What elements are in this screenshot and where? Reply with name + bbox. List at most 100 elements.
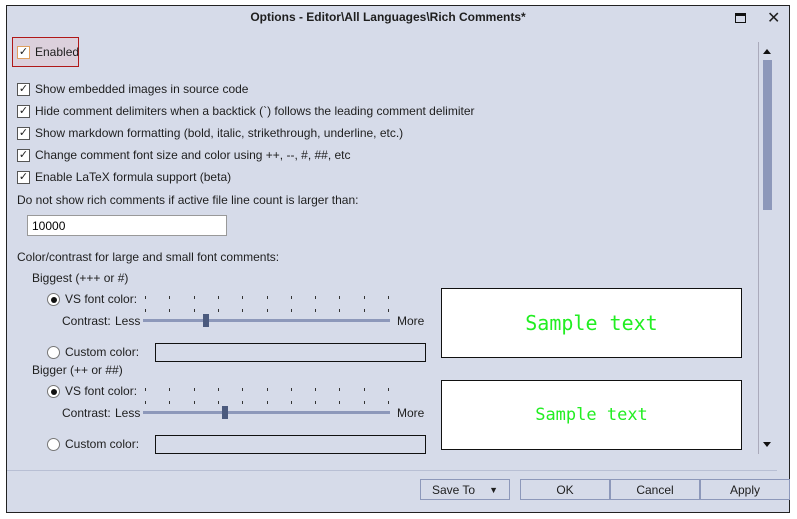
sample-text-preview: Sample text xyxy=(441,380,742,450)
slider-tick xyxy=(145,388,146,391)
contrast-slider-thumb[interactable] xyxy=(222,406,229,419)
slider-tick xyxy=(242,401,244,404)
group-heading: Bigger (++ or ##) xyxy=(32,363,123,377)
vs-font-color-label: VS font color: xyxy=(65,292,138,306)
slider-tick xyxy=(388,401,389,404)
option-label: Change comment font size and color using… xyxy=(35,148,351,162)
save-to-button[interactable]: Save To ▼ xyxy=(420,479,510,500)
option-checkbox[interactable]: ✓ xyxy=(17,171,30,184)
option-checkbox[interactable]: ✓ xyxy=(17,127,30,140)
cancel-button[interactable]: Cancel xyxy=(610,479,700,500)
slider-tick xyxy=(193,296,195,299)
vs-font-color-radio[interactable] xyxy=(47,385,60,398)
ok-button[interactable]: OK xyxy=(520,479,610,500)
custom-color-radio[interactable] xyxy=(47,346,60,359)
option-label: Show embedded images in source code xyxy=(35,82,249,96)
custom-color-label: Custom color: xyxy=(65,437,140,451)
slider-tick xyxy=(169,296,171,299)
slider-tick xyxy=(242,309,244,312)
line-count-label: Do not show rich comments if active file… xyxy=(17,193,359,207)
slider-tick xyxy=(266,296,268,299)
slider-tick xyxy=(363,309,365,312)
more-label: More xyxy=(397,314,425,328)
slider-tick xyxy=(363,388,365,391)
slider-tick xyxy=(217,388,219,391)
save-to-label: Save To xyxy=(431,482,476,497)
vs-font-color-radio[interactable] xyxy=(47,293,60,306)
slider-tick xyxy=(242,388,244,391)
footer-divider xyxy=(7,470,777,471)
vs-font-color-label: VS font color: xyxy=(65,384,138,398)
slider-tick xyxy=(266,309,268,312)
option-label: Hide comment delimiters when a backtick … xyxy=(35,104,475,118)
sample-text: Sample text xyxy=(525,311,658,335)
dropdown-arrow-icon: ▼ xyxy=(489,484,499,495)
slider-tick xyxy=(363,401,365,404)
contrast-label: Contrast: xyxy=(62,406,111,420)
line-count-input[interactable] xyxy=(27,215,227,236)
slider-tick xyxy=(242,296,244,299)
sample-text: Sample text xyxy=(535,405,648,425)
contrast-slider[interactable] xyxy=(143,319,390,322)
custom-color-picker[interactable] xyxy=(155,435,426,454)
slider-tick xyxy=(266,401,268,404)
slider-tick xyxy=(388,309,389,312)
enabled-label: Enabled xyxy=(35,45,80,59)
slider-tick xyxy=(339,296,341,299)
slider-tick xyxy=(266,388,268,391)
scroll-down-icon[interactable] xyxy=(763,442,771,447)
slider-tick xyxy=(145,401,146,404)
option-label: Show markdown formatting (bold, italic, … xyxy=(35,126,404,140)
slider-tick xyxy=(315,296,317,299)
slider-tick xyxy=(193,388,195,391)
group-heading: Biggest (+++ or #) xyxy=(32,271,129,285)
slider-tick xyxy=(217,401,219,404)
contrast-heading: Color/contrast for large and small font … xyxy=(17,250,280,264)
slider-tick xyxy=(290,296,292,299)
slider-tick xyxy=(315,388,317,391)
slider-tick xyxy=(217,309,219,312)
option-checkbox[interactable]: ✓ xyxy=(17,83,30,96)
slider-tick xyxy=(339,309,341,312)
scroll-thumb[interactable] xyxy=(763,60,772,210)
window-title: Options - Editor\All Languages\Rich Comm… xyxy=(250,10,526,24)
slider-tick xyxy=(315,401,317,404)
contrast-slider-thumb[interactable] xyxy=(202,314,209,327)
custom-color-picker[interactable] xyxy=(155,343,426,362)
slider-tick xyxy=(145,309,146,312)
slider-tick xyxy=(290,309,292,312)
contrast-slider[interactable] xyxy=(143,411,390,414)
slider-tick xyxy=(290,401,292,404)
scrollbar[interactable] xyxy=(758,42,774,454)
sample-text-preview: Sample text xyxy=(441,288,742,358)
contrast-label: Contrast: xyxy=(62,314,111,328)
slider-tick xyxy=(145,296,146,299)
enabled-checkbox[interactable]: ✓ xyxy=(17,46,30,59)
slider-tick xyxy=(315,309,317,312)
close-button[interactable]: ✕ xyxy=(767,8,780,28)
less-label: Less xyxy=(115,314,141,328)
slider-tick xyxy=(388,296,389,299)
slider-tick xyxy=(169,401,171,404)
slider-tick xyxy=(363,296,365,299)
less-label: Less xyxy=(115,406,141,420)
slider-tick xyxy=(217,296,219,299)
apply-button[interactable]: Apply xyxy=(700,479,790,500)
option-checkbox[interactable]: ✓ xyxy=(17,149,30,162)
maximize-button[interactable] xyxy=(735,13,746,23)
options-dialog: Options - Editor\All Languages\Rich Comm… xyxy=(6,5,790,513)
slider-tick xyxy=(193,401,195,404)
option-checkbox[interactable]: ✓ xyxy=(17,105,30,118)
slider-tick xyxy=(388,388,389,391)
scroll-up-icon[interactable] xyxy=(763,49,771,54)
custom-color-radio[interactable] xyxy=(47,438,60,451)
option-label: Enable LaTeX formula support (beta) xyxy=(35,170,232,184)
slider-tick xyxy=(290,388,292,391)
slider-tick xyxy=(169,388,171,391)
custom-color-label: Custom color: xyxy=(65,345,140,359)
slider-tick xyxy=(339,401,341,404)
more-label: More xyxy=(397,406,425,420)
slider-tick xyxy=(193,309,195,312)
slider-tick xyxy=(169,309,171,312)
slider-tick xyxy=(339,388,341,391)
